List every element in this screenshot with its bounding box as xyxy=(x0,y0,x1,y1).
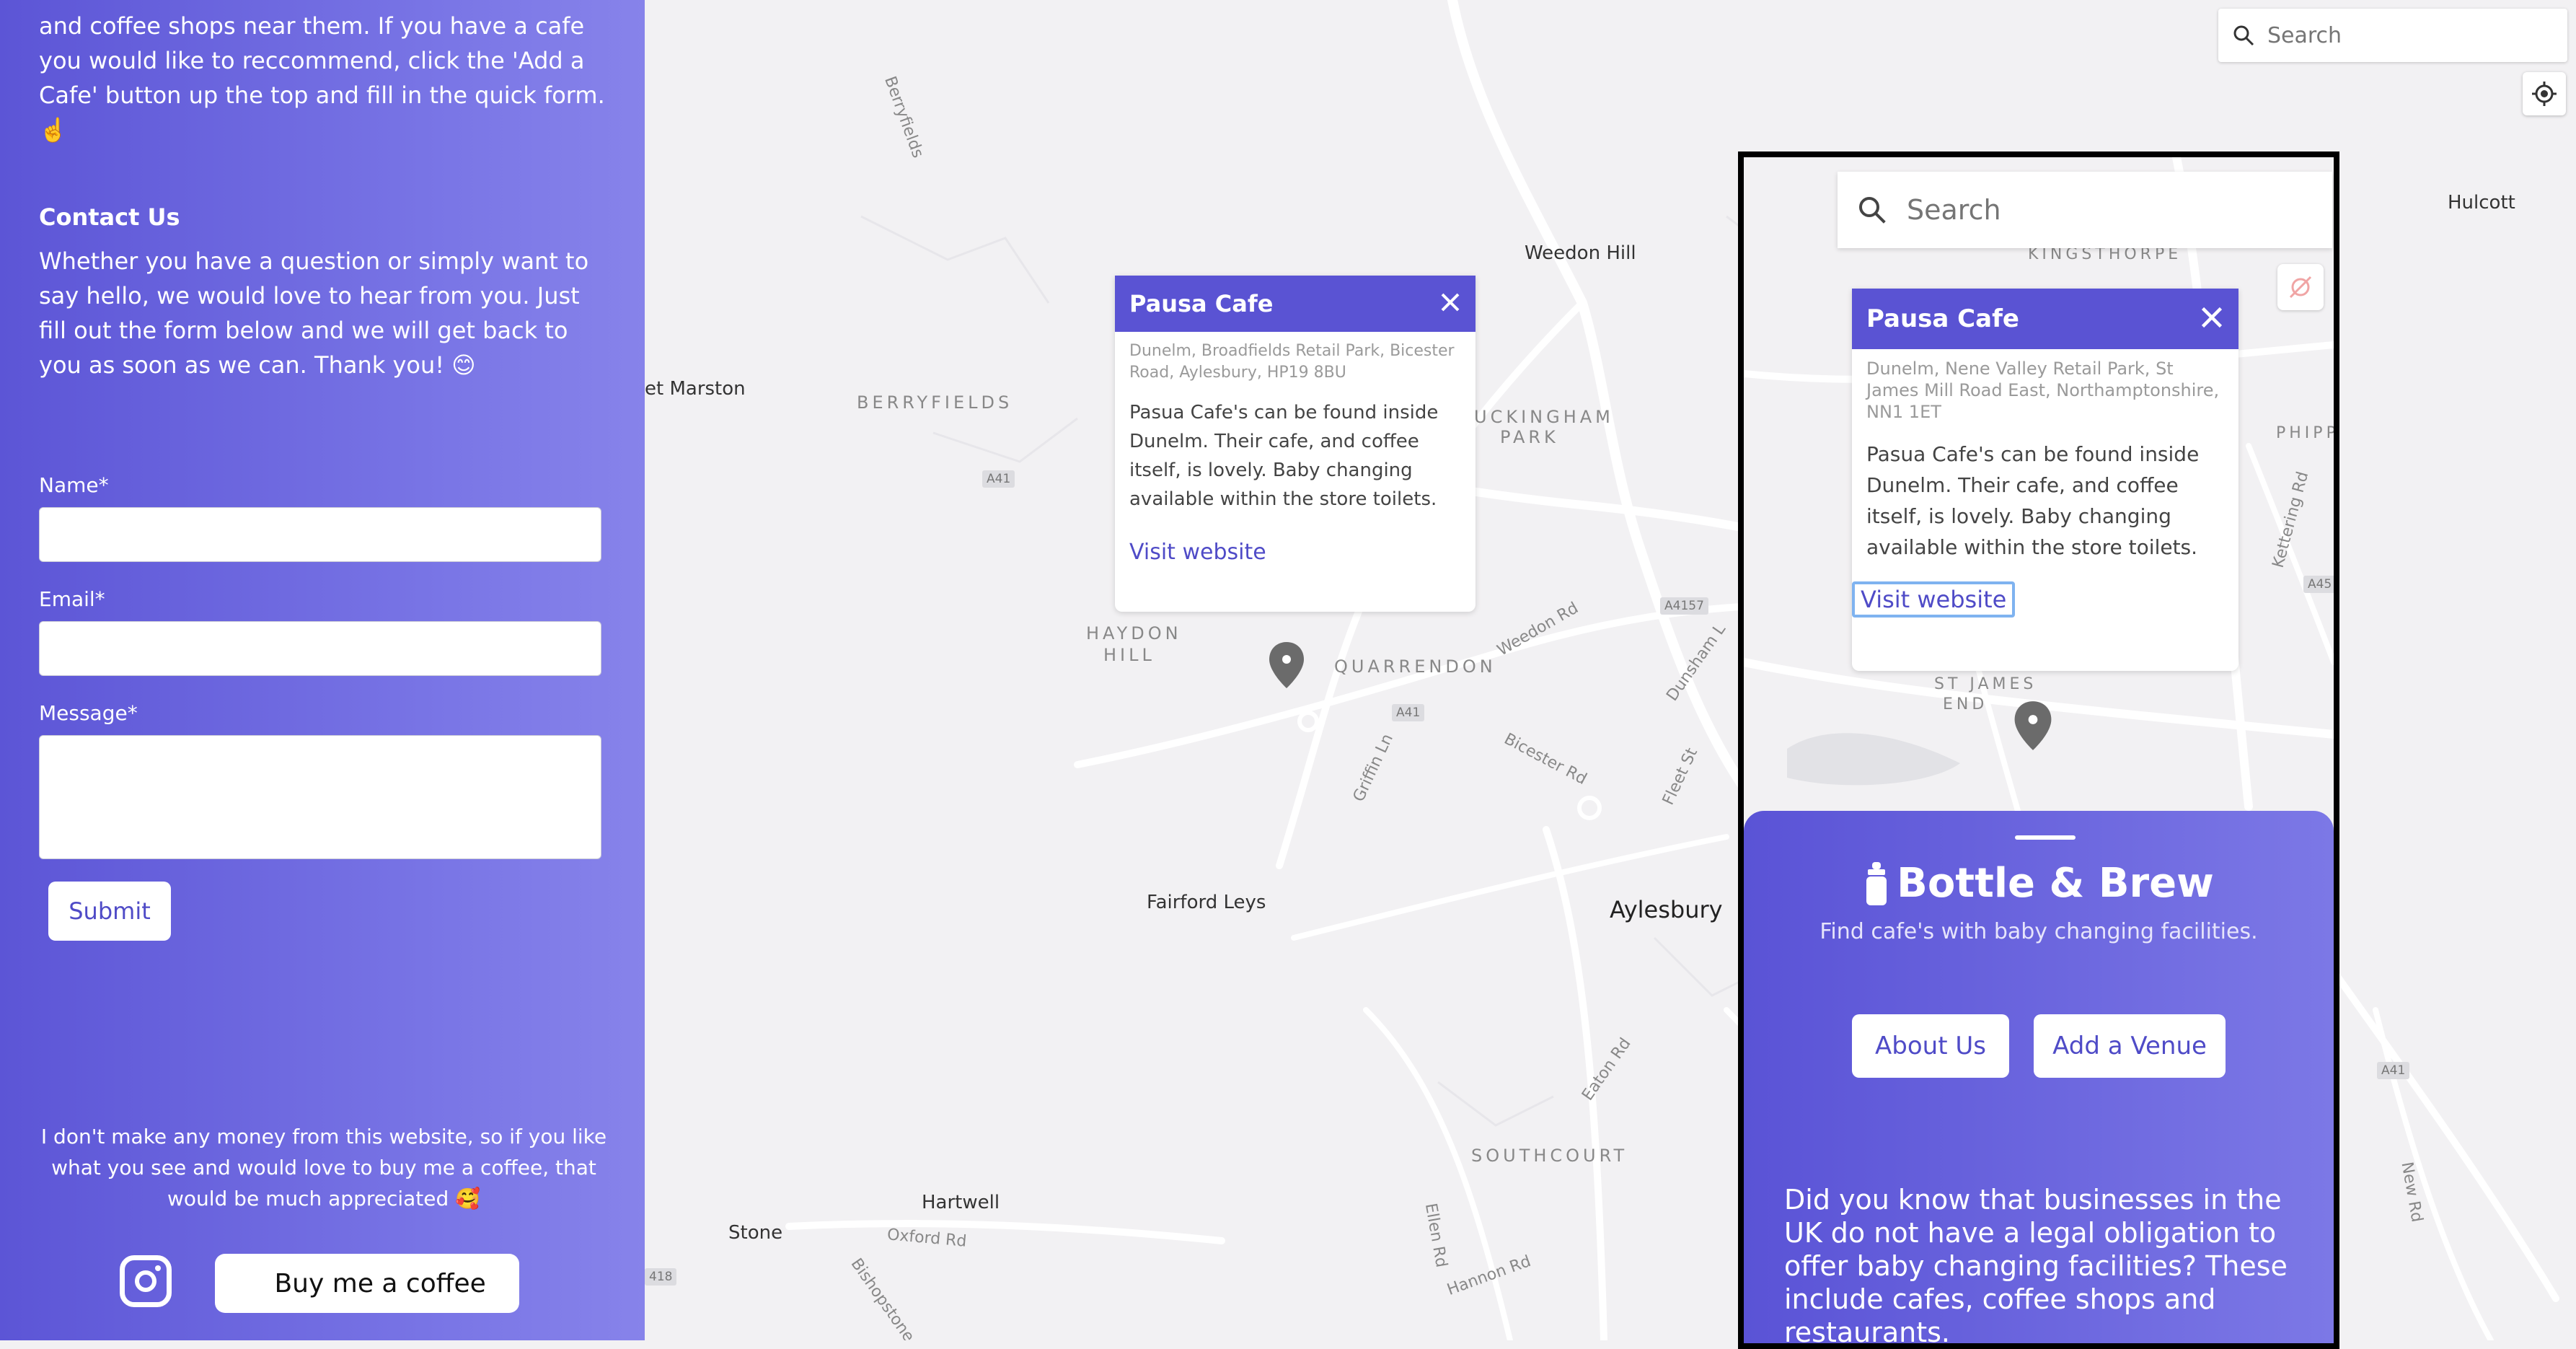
map-label-haydon: HAYDON xyxy=(1086,623,1182,643)
map-label-hulcott: Hulcott xyxy=(2448,192,2515,214)
popup-description: Pasua Cafe's can be found inside Dunelm.… xyxy=(1129,402,1439,510)
search-icon xyxy=(1859,197,1886,224)
bottom-sheet: Bottle & Brew Find cafe's with baby chan… xyxy=(1744,811,2334,1348)
map-label-park: PARK xyxy=(1500,427,1559,447)
map-label-southcourt: SOUTHCOURT xyxy=(1471,1146,1628,1166)
visit-website-link[interactable]: Visit website xyxy=(1129,540,1266,565)
map-label-st-james: ST JAMES xyxy=(1934,675,2037,693)
mobile-popup-address: Dunelm, Nene Valley Retail Park, St Jame… xyxy=(1866,359,2220,422)
mobile-preview: KINGSTHORPE PHIPPS ST JAMES END Ketterin… xyxy=(1738,151,2339,1349)
contact-text: Whether you have a question or simply wa… xyxy=(39,247,589,379)
brand-tagline: Find cafe's with baby changing facilitie… xyxy=(1819,919,2258,944)
buy-me-a-coffee-label: Buy me a coffee xyxy=(274,1268,486,1299)
sidebar: and coffee shops near them. If you have … xyxy=(0,0,645,1340)
road-shield-a45: A45 xyxy=(2303,576,2334,593)
road-shield-a41: A41 xyxy=(982,470,1015,488)
road-shield-a41: A41 xyxy=(1392,704,1425,721)
mobile-visit-website-link[interactable]: Visit website xyxy=(1852,581,2016,618)
crosshair-icon xyxy=(2532,82,2557,106)
popup-address: Dunelm, Broadfields Retail Park, Biceste… xyxy=(1129,342,1455,382)
map-label-hill: HILL xyxy=(1103,645,1155,665)
map-label-stone: Stone xyxy=(728,1222,783,1244)
contact-heading: Contact Us xyxy=(39,203,180,231)
map-label-fairford-leys: Fairford Leys xyxy=(1147,892,1266,913)
map-search-bar[interactable] xyxy=(2218,9,2567,62)
close-icon[interactable] xyxy=(2200,305,2224,333)
road-shield-a4157: A4157 xyxy=(1660,597,1708,615)
brand-name: Bottle & Brew xyxy=(1897,860,2214,907)
map-pin-icon[interactable] xyxy=(1268,641,1305,690)
drag-handle[interactable] xyxy=(2015,835,2076,840)
location-off-icon xyxy=(2289,276,2312,299)
email-label: Email* xyxy=(39,587,105,611)
map-label-phipps: PHIPPS xyxy=(2276,424,2339,442)
map-pin-icon[interactable] xyxy=(2012,700,2054,752)
intro-text: and coffee shops near them. If you have … xyxy=(39,12,605,144)
fact-text: Did you know that businesses in the UK d… xyxy=(1784,1184,2288,1348)
locate-me-button[interactable] xyxy=(2523,72,2566,115)
message-label: Message* xyxy=(39,701,138,725)
road-shield-a418: 418 xyxy=(645,1268,677,1286)
map-label-end: END xyxy=(1943,695,1988,713)
cafe-popup: Pausa Cafe Dunelm, Broadfields Retail Pa… xyxy=(1115,276,1476,612)
buy-me-a-coffee-button[interactable]: ☕ Buy me a coffee xyxy=(215,1254,519,1313)
map-label-weedon-hill: Weedon Hill xyxy=(1525,242,1636,264)
map-label-aylesbury: Aylesbury xyxy=(1610,896,1723,923)
location-disabled-button[interactable] xyxy=(2277,264,2324,310)
search-icon xyxy=(2233,25,2254,46)
mobile-cafe-popup: Pausa Cafe Dunelm, Nene Valley Retail Pa… xyxy=(1852,289,2238,671)
submit-button[interactable]: Submit xyxy=(48,882,171,941)
map-label-buckingham-park: UCKINGHAM xyxy=(1474,407,1614,427)
instagram-icon[interactable] xyxy=(120,1255,172,1307)
mobile-search-bar[interactable] xyxy=(1838,172,2332,248)
name-field[interactable] xyxy=(39,507,601,562)
map-label-marston: et Marston xyxy=(645,378,746,400)
map-label-hartwell: Hartwell xyxy=(922,1192,1000,1213)
message-field[interactable] xyxy=(39,735,601,859)
baby-bottle-icon xyxy=(1866,861,1887,905)
mobile-search-input[interactable] xyxy=(1905,193,2312,227)
coffee-cup-icon: ☕ xyxy=(232,1269,255,1298)
mobile-popup-description: Pasua Cafe's can be found inside Dunelm.… xyxy=(1866,442,2200,559)
close-icon[interactable] xyxy=(1439,291,1461,316)
map-label-berryfields: BERRYFIELDS xyxy=(857,392,1013,413)
about-us-button[interactable]: About Us xyxy=(1852,1014,2009,1078)
map-label-quarrendon: QUARRENDON xyxy=(1334,656,1496,677)
add-a-venue-button[interactable]: Add a Venue xyxy=(2034,1014,2226,1078)
road-shield-a41: A41 xyxy=(2377,1062,2410,1079)
brand-title: Bottle & Brew xyxy=(1744,860,2334,907)
mobile-popup-title: Pausa Cafe xyxy=(1866,304,2019,333)
search-input[interactable] xyxy=(2266,22,2543,49)
popup-title: Pausa Cafe xyxy=(1129,290,1274,317)
email-field[interactable] xyxy=(39,621,601,676)
name-label: Name* xyxy=(39,473,109,497)
support-text: I don't make any money from this website… xyxy=(40,1125,607,1210)
